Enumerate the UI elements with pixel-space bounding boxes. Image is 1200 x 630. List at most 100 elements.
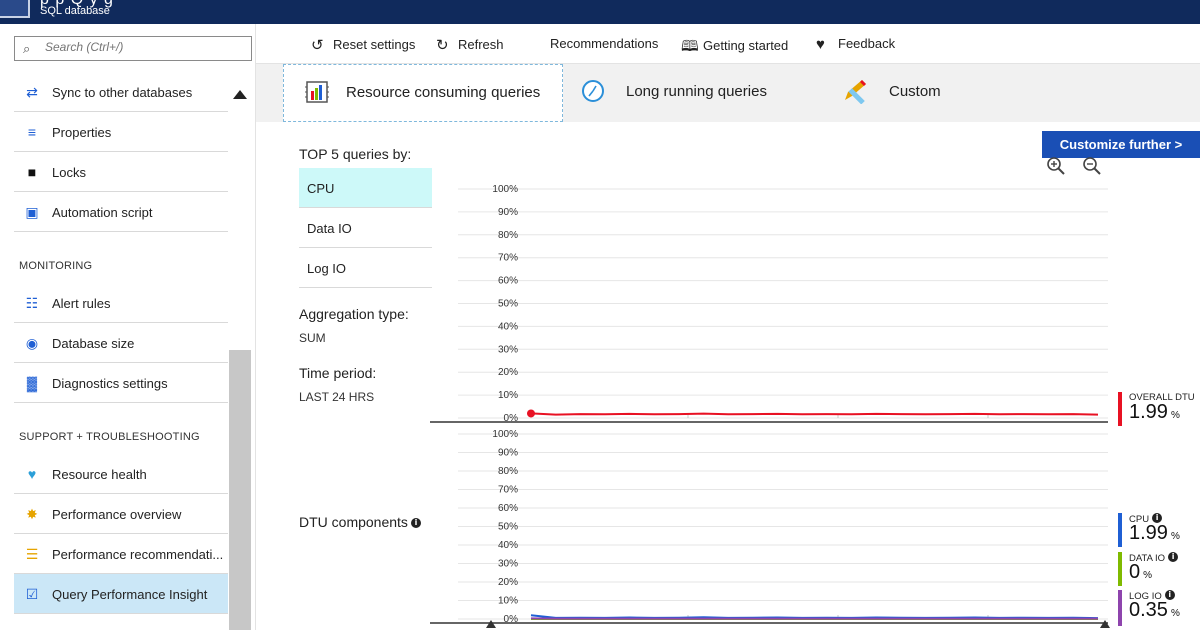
section-header-monitoring: MONITORING <box>19 260 93 272</box>
tab-long-running-queries[interactable]: Long running queries <box>566 64 816 122</box>
top5-label: TOP 5 queries by: <box>299 146 412 162</box>
metric-option-data-io[interactable]: Data IO <box>299 208 432 248</box>
search-icon: ⌕ <box>23 41 31 56</box>
sidebar-item-label: Diagnostics settings <box>52 376 168 391</box>
legend-value-number: 0 <box>1129 561 1141 583</box>
info-icon[interactable]: i <box>1168 552 1179 562</box>
refresh-icon: ↻ <box>436 37 449 54</box>
sidebar-item-query-performance-insight[interactable]: ☑ Query Performance Insight <box>14 574 228 614</box>
legend-unit: % <box>1170 410 1180 421</box>
y-tick-label: 90% <box>498 448 518 459</box>
query-insight-icon: ☑ <box>25 586 39 602</box>
database-size-icon: ◉ <box>25 335 39 351</box>
y-tick-label: 50% <box>498 299 518 310</box>
legend-color-bar <box>1118 590 1122 626</box>
recommendations-label: Recommendations <box>550 36 659 51</box>
y-tick-label: 70% <box>498 253 518 264</box>
sidebar-scrollbar[interactable] <box>229 350 251 630</box>
refresh-button[interactable]: ↻ Refresh <box>436 36 504 54</box>
undo-icon: ↺ <box>311 37 324 54</box>
sidebar-item-performance-recommendations[interactable]: ☰ Performance recommendati... <box>14 534 228 574</box>
tab-custom[interactable]: Custom <box>826 64 1026 122</box>
alert-rules-icon: ☷ <box>25 295 39 311</box>
y-tick-label: 10% <box>498 390 518 401</box>
sidebar-item-properties[interactable]: ≡ Properties <box>14 112 228 152</box>
legend-value-number: 0.35 <box>1129 599 1168 621</box>
sidebar-item-label: Sync to other databases <box>52 85 193 100</box>
search-box[interactable]: ⌕ <box>14 36 252 61</box>
sidebar-item-label: Automation script <box>52 205 153 220</box>
dtu-components-label: DTU components i <box>299 514 421 530</box>
feedback-button[interactable]: ♥ Feedback <box>816 36 895 53</box>
y-tick-label: 10% <box>498 596 518 607</box>
time-period-label: Time period: <box>299 365 377 381</box>
sidebar-item-performance-overview[interactable]: ✸ Performance overview <box>14 494 228 534</box>
recommendations-button[interactable]: Recommendations <box>550 36 658 51</box>
properties-icon: ≡ <box>27 124 37 140</box>
y-tick-label: 20% <box>498 577 518 588</box>
sidebar-item-alert-rules[interactable]: ☷ Alert rules <box>14 283 228 323</box>
resource-menu: ⌕ ⇄ Sync to other databases ≡ Properties… <box>0 24 256 630</box>
zoom-in-icon[interactable] <box>1046 156 1066 176</box>
sidebar-item-sync[interactable]: ⇄ Sync to other databases <box>14 72 228 112</box>
scroll-up-arrow[interactable] <box>233 90 247 99</box>
dtu-components-text: DTU components <box>299 514 408 530</box>
metric-option-label: CPU <box>307 181 335 196</box>
y-tick-label: 100% <box>492 184 518 195</box>
section-header-support: SUPPORT + TROUBLESHOOTING <box>19 431 200 443</box>
y-tick-label: 70% <box>498 485 518 496</box>
heart-icon: ♥ <box>816 36 825 53</box>
automation-script-icon: ▣ <box>25 204 39 220</box>
y-tick-label: 30% <box>498 559 518 570</box>
legend-unit: % <box>1170 608 1180 619</box>
legend-value: 1.99% <box>1129 522 1180 545</box>
series-line-overall-dtu <box>530 412 1099 416</box>
legend-color-bar <box>1118 513 1122 547</box>
search-input[interactable] <box>45 40 245 54</box>
metric-option-cpu[interactable]: CPU <box>299 168 432 208</box>
legend-value: 1.99% <box>1129 401 1180 424</box>
y-tick-label: 30% <box>498 344 518 355</box>
sidebar-item-label: Alert rules <box>52 296 111 311</box>
metric-option-log-io[interactable]: Log IO <box>299 248 432 288</box>
y-tick-label: 80% <box>498 466 518 477</box>
portal-header: p p Q y g SQL database <box>0 0 1200 24</box>
tab-resource-consuming-queries[interactable]: Resource consuming queries <box>283 64 563 122</box>
tab-label: Resource consuming queries <box>346 84 541 101</box>
y-tick-label: 100% <box>492 429 518 440</box>
getting-started-button[interactable]: 🕮 Getting started <box>681 36 788 61</box>
command-bar: ↺ Reset settings ↻ Refresh Recommendations… <box>256 24 1200 64</box>
sidebar-item-label: Resource health <box>52 467 147 482</box>
customize-further-button[interactable]: Customize further > <box>1042 131 1200 158</box>
y-tick-label: 90% <box>498 207 518 218</box>
performance-recommendations-icon: ☰ <box>25 546 39 562</box>
legend-unit: % <box>1170 531 1180 542</box>
zoom-out-icon[interactable] <box>1082 156 1102 176</box>
tab-label: Custom <box>889 83 941 100</box>
sidebar-item-diagnostics[interactable]: ▓ Diagnostics settings <box>14 363 228 403</box>
sidebar-item-label: Performance overview <box>52 507 182 522</box>
sidebar-item-locks[interactable]: ■ Locks <box>14 152 228 192</box>
sidebar-item-resource-health[interactable]: ♥ Resource health <box>14 454 228 494</box>
y-tick-label: 20% <box>498 367 518 378</box>
range-slider-end <box>1100 620 1110 628</box>
blade-subtitle: SQL database <box>40 5 110 17</box>
sidebar-item-label: Performance recommendati... <box>52 547 224 562</box>
sidebar-item-automation[interactable]: ▣ Automation script <box>14 192 228 232</box>
legend-value: 0.35% <box>1129 599 1180 622</box>
legend-value-number: 1.99 <box>1129 401 1168 423</box>
heart-icon: ♥ <box>27 466 37 482</box>
aggregation-type-value[interactable]: SUM <box>299 331 326 345</box>
time-period-value[interactable]: LAST 24 HRS <box>299 390 374 404</box>
reset-settings-button[interactable]: ↺ Reset settings <box>311 36 415 54</box>
legend-color-bar <box>1118 552 1122 586</box>
sql-database-icon <box>0 0 30 18</box>
range-slider-start <box>486 620 496 628</box>
y-tick-label: 40% <box>498 321 518 332</box>
y-tick-label: 40% <box>498 540 518 551</box>
y-tick-label: 50% <box>498 522 518 533</box>
legend-color-bar <box>1118 392 1122 426</box>
sidebar-item-database-size[interactable]: ◉ Database size <box>14 323 228 363</box>
performance-overview-icon: ✸ <box>26 506 38 522</box>
legend-value: 0% <box>1129 561 1152 584</box>
